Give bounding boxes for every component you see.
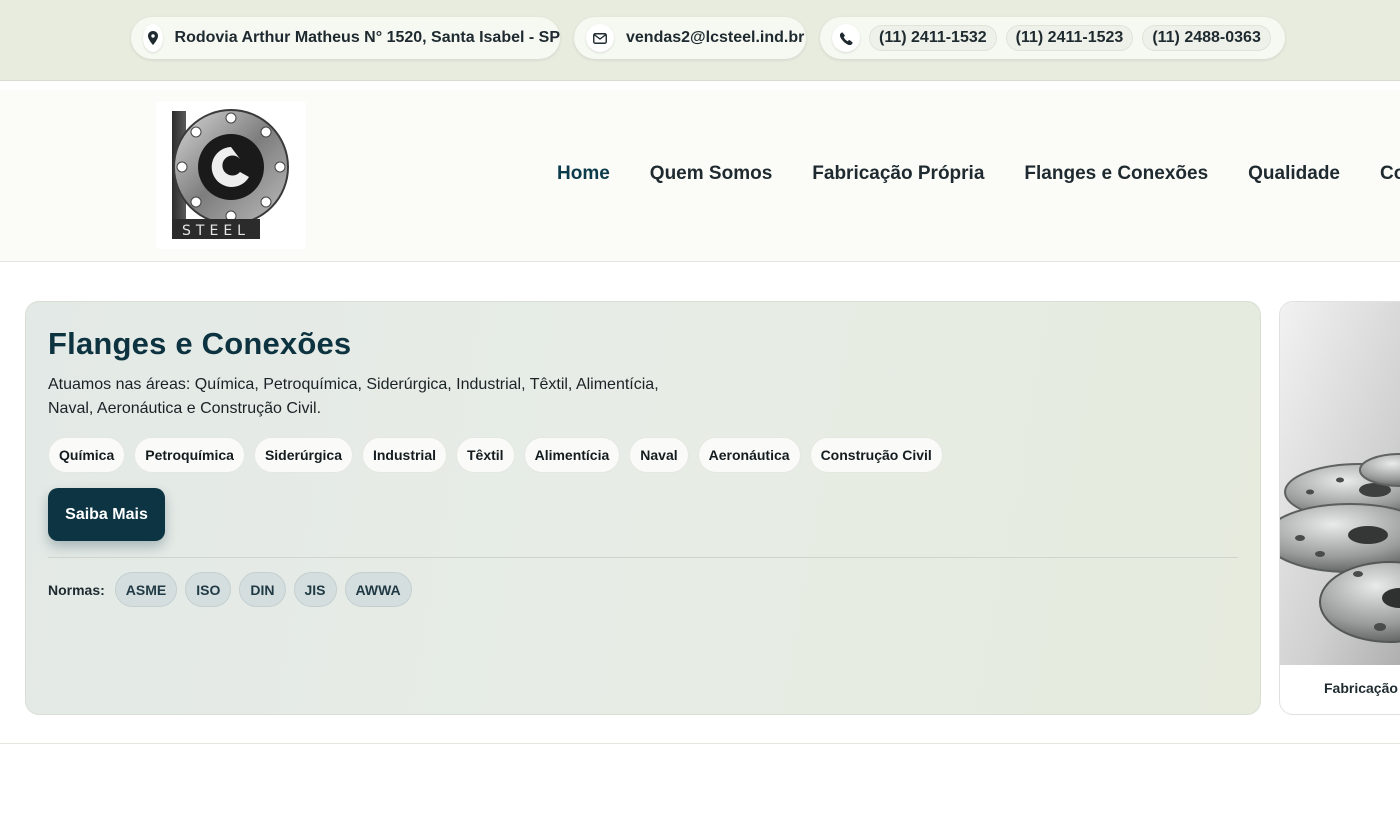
address-text: Rodovia Arthur Matheus N° 1520, Santa Is… (174, 29, 560, 46)
hero-card: Flanges e Conexões Atuamos nas áreas: Qu… (25, 301, 1261, 715)
tag-petroquimica: Petroquímica (134, 437, 245, 473)
tag-industrial: Industrial (361, 437, 447, 473)
fabricacao-carousel-card[interactable]: Fabricação e (1279, 301, 1400, 715)
nav-contato[interactable]: Contato (1380, 163, 1400, 185)
nav-home[interactable]: Home (557, 163, 610, 185)
phone-icon (832, 24, 860, 52)
nav-qualidade[interactable]: Qualidade (1248, 163, 1340, 185)
map-pin-icon (143, 24, 163, 52)
normas-label: Normas: (48, 581, 105, 598)
address-pill[interactable]: Rodovia Arthur Matheus N° 1520, Santa Is… (131, 17, 560, 59)
nav-quem-somos[interactable]: Quem Somos (650, 163, 772, 185)
tag-construcao-civil: Construção Civil (809, 437, 943, 473)
email-pill[interactable]: vendas2@lcsteel.ind.br (574, 17, 806, 59)
tag-naval: Naval (629, 437, 689, 473)
tag-quimica: Química (48, 437, 126, 473)
flanges-photo (1280, 302, 1400, 665)
hero-description: Atuamos nas áreas: Química, Petroquímica… (48, 376, 659, 417)
email-link[interactable]: vendas2@lcsteel.ind.br (626, 29, 804, 47)
norma-awwa: AWWA (344, 572, 412, 607)
phone-link-3[interactable]: (11) 2488-0363 (1142, 25, 1271, 51)
logo-graphic: STEEL (172, 109, 289, 239)
phone-link-2[interactable]: (11) 2411-1523 (1005, 25, 1134, 51)
phones-pill: (11) 2411-1532 (11) 2411-1523 (11) 2488-… (820, 17, 1285, 59)
carousel-caption: Fabricação e (1324, 680, 1400, 696)
normas-row: Normas: ASME ISO DIN JIS AWWA (48, 572, 420, 607)
mail-icon (586, 24, 614, 52)
tag-alimenticia: Alimentícia (523, 437, 621, 473)
sector-tags: Química Petroquímica Siderúrgica Industr… (48, 437, 952, 473)
section-divider (0, 743, 1400, 744)
hero-divider (48, 557, 1238, 558)
lc-steel-logo[interactable]: STEEL (156, 101, 306, 249)
norma-din: DIN (239, 572, 286, 607)
norma-asme: ASME (114, 572, 178, 607)
norma-jis: JIS (293, 572, 337, 607)
tag-textil: Têxtil (456, 437, 515, 473)
main-nav: Home Quem Somos Fabricação Própria Flang… (557, 163, 1400, 185)
site-header: STEEL Home Quem Somos Fabricação Própria… (0, 90, 1400, 262)
contact-topbar: Rodovia Arthur Matheus N° 1520, Santa Is… (0, 0, 1400, 81)
hero-title: Flanges e Conexões (48, 326, 352, 361)
saiba-mais-button[interactable]: Saiba Mais (48, 488, 165, 541)
tag-siderurgica: Siderúrgica (253, 437, 353, 473)
norma-iso: ISO (185, 572, 232, 607)
logo-steel-text: STEEL (182, 223, 250, 239)
nav-fabricacao-propria[interactable]: Fabricação Própria (812, 163, 984, 185)
phone-link-1[interactable]: (11) 2411-1532 (869, 25, 997, 51)
tag-aeronautica: Aeronáutica (697, 437, 801, 473)
nav-flanges-e-conexoes[interactable]: Flanges e Conexões (1024, 163, 1208, 185)
